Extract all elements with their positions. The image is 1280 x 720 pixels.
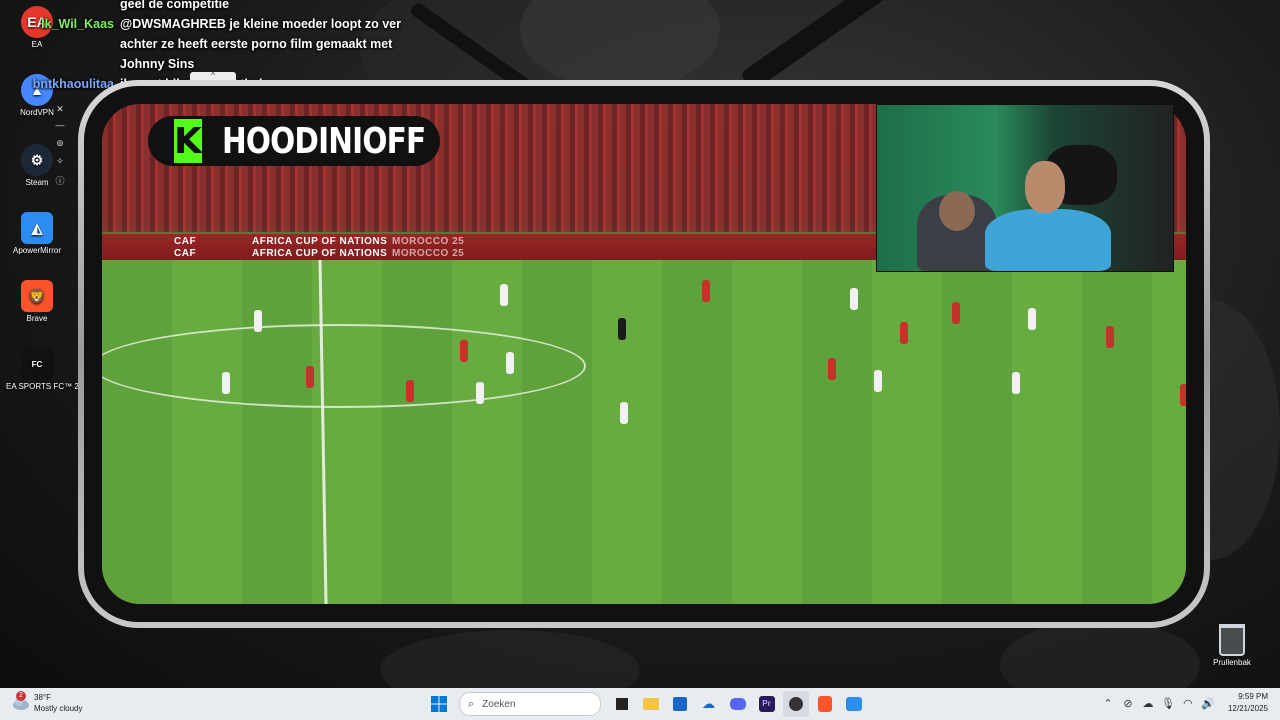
settings-icon[interactable]: ⊚	[54, 138, 66, 149]
chat-username: lk_Wil_Kaas	[41, 17, 114, 31]
store-button[interactable]	[667, 691, 693, 717]
player	[500, 284, 508, 306]
brave-icon	[817, 696, 832, 712]
streamer-badge: K HOODINIOFF	[148, 116, 440, 166]
player	[702, 280, 710, 302]
task-view-button[interactable]	[609, 691, 635, 717]
player	[306, 366, 314, 388]
start-button[interactable]	[426, 691, 452, 717]
webcam-overlay	[876, 104, 1174, 272]
steam-icon: ⚙	[21, 144, 53, 176]
expand-tab[interactable]: ^	[190, 72, 236, 80]
volume-icon[interactable]: 🔊	[1198, 697, 1218, 710]
chevron-up-icon[interactable]: ⌃	[1098, 697, 1118, 710]
player	[952, 302, 960, 324]
player	[254, 310, 262, 332]
system-tray: ⌃ ⊘ ☁ 🎙 ◠ 🔊 9:59 PM 12/21/2025	[1098, 691, 1268, 715]
chat-message: geel de competitie	[120, 0, 230, 11]
streamer-name: HOODINIOFF	[221, 120, 426, 162]
file-explorer-button[interactable]	[638, 691, 664, 717]
player	[900, 322, 908, 344]
app-icon: ☁	[702, 696, 715, 711]
apowermirror-icon: ◭	[21, 212, 53, 244]
premiere-icon: Pr	[758, 696, 775, 712]
player	[460, 340, 468, 362]
desktop-icon-recycle-bin[interactable]: Prullenbak	[1208, 624, 1256, 667]
discord-icon	[729, 698, 746, 710]
store-icon	[672, 697, 687, 711]
player	[1028, 308, 1036, 330]
pin-icon[interactable]: ✧	[54, 156, 66, 167]
player	[222, 372, 230, 394]
microphone-icon[interactable]: 🎙	[1158, 697, 1178, 710]
recycle-bin-icon	[1219, 624, 1245, 656]
taskbar-search[interactable]: ⌕ Zoeken	[459, 692, 601, 716]
ea-sports-fc-icon: FC	[21, 348, 53, 380]
apowermirror-taskbar-button[interactable]	[841, 691, 867, 717]
cloud-sync-icon[interactable]: ☁	[1138, 697, 1158, 710]
player	[406, 380, 414, 402]
kick-logo-icon: K	[174, 119, 202, 163]
player	[506, 352, 514, 374]
desktop-icon-brave[interactable]: 🦁 Brave	[6, 280, 68, 323]
player	[828, 358, 836, 380]
brave-taskbar-button[interactable]	[812, 691, 838, 717]
player	[1180, 384, 1186, 406]
weather-widget[interactable]: 2 38°F Mostly cloudy	[12, 691, 82, 714]
desktop-icon-ea-sports-fc[interactable]: FC EA SPORTS FC™ 26	[6, 348, 83, 391]
app-button[interactable]: ☁	[696, 691, 722, 717]
cloud-icon: 2	[12, 691, 30, 712]
player	[1012, 372, 1020, 394]
desktop-icon-apowermirror[interactable]: ◭ ApowerMirror	[6, 212, 68, 255]
weather-alert-badge: 2	[16, 691, 26, 701]
player	[476, 382, 484, 404]
brave-icon: 🦁	[21, 280, 53, 312]
wifi-icon[interactable]: ◠	[1178, 697, 1198, 710]
referee	[618, 318, 626, 340]
taskbar: 2 38°F Mostly cloudy ⌕ Zoeken ☁ Pr ⌃ ⊘ ☁…	[0, 688, 1280, 720]
search-icon: ⌕	[468, 697, 475, 710]
player	[1106, 326, 1114, 348]
info-icon[interactable]: ⓘ	[54, 174, 66, 187]
windows-icon	[430, 696, 447, 712]
premiere-button[interactable]: Pr	[754, 691, 780, 717]
task-view-icon	[615, 698, 628, 710]
chat-message: lk_Wil_Kaas @DWSMAGHREB je kleine moeder…	[14, 14, 434, 74]
apowermirror-icon	[845, 697, 862, 711]
close-icon[interactable]: ✕	[54, 104, 66, 115]
player	[850, 288, 858, 310]
player	[874, 370, 882, 392]
minimize-icon[interactable]: —	[54, 120, 66, 130]
obs-icon	[788, 697, 803, 711]
obs-button[interactable]	[782, 691, 809, 717]
player	[620, 402, 628, 424]
person	[985, 209, 1111, 271]
folder-icon	[642, 698, 659, 710]
clock[interactable]: 9:59 PM 12/21/2025	[1228, 691, 1268, 715]
pitch	[102, 260, 1186, 604]
network-icon[interactable]: ⊘	[1118, 697, 1138, 710]
discord-button[interactable]	[725, 691, 751, 717]
